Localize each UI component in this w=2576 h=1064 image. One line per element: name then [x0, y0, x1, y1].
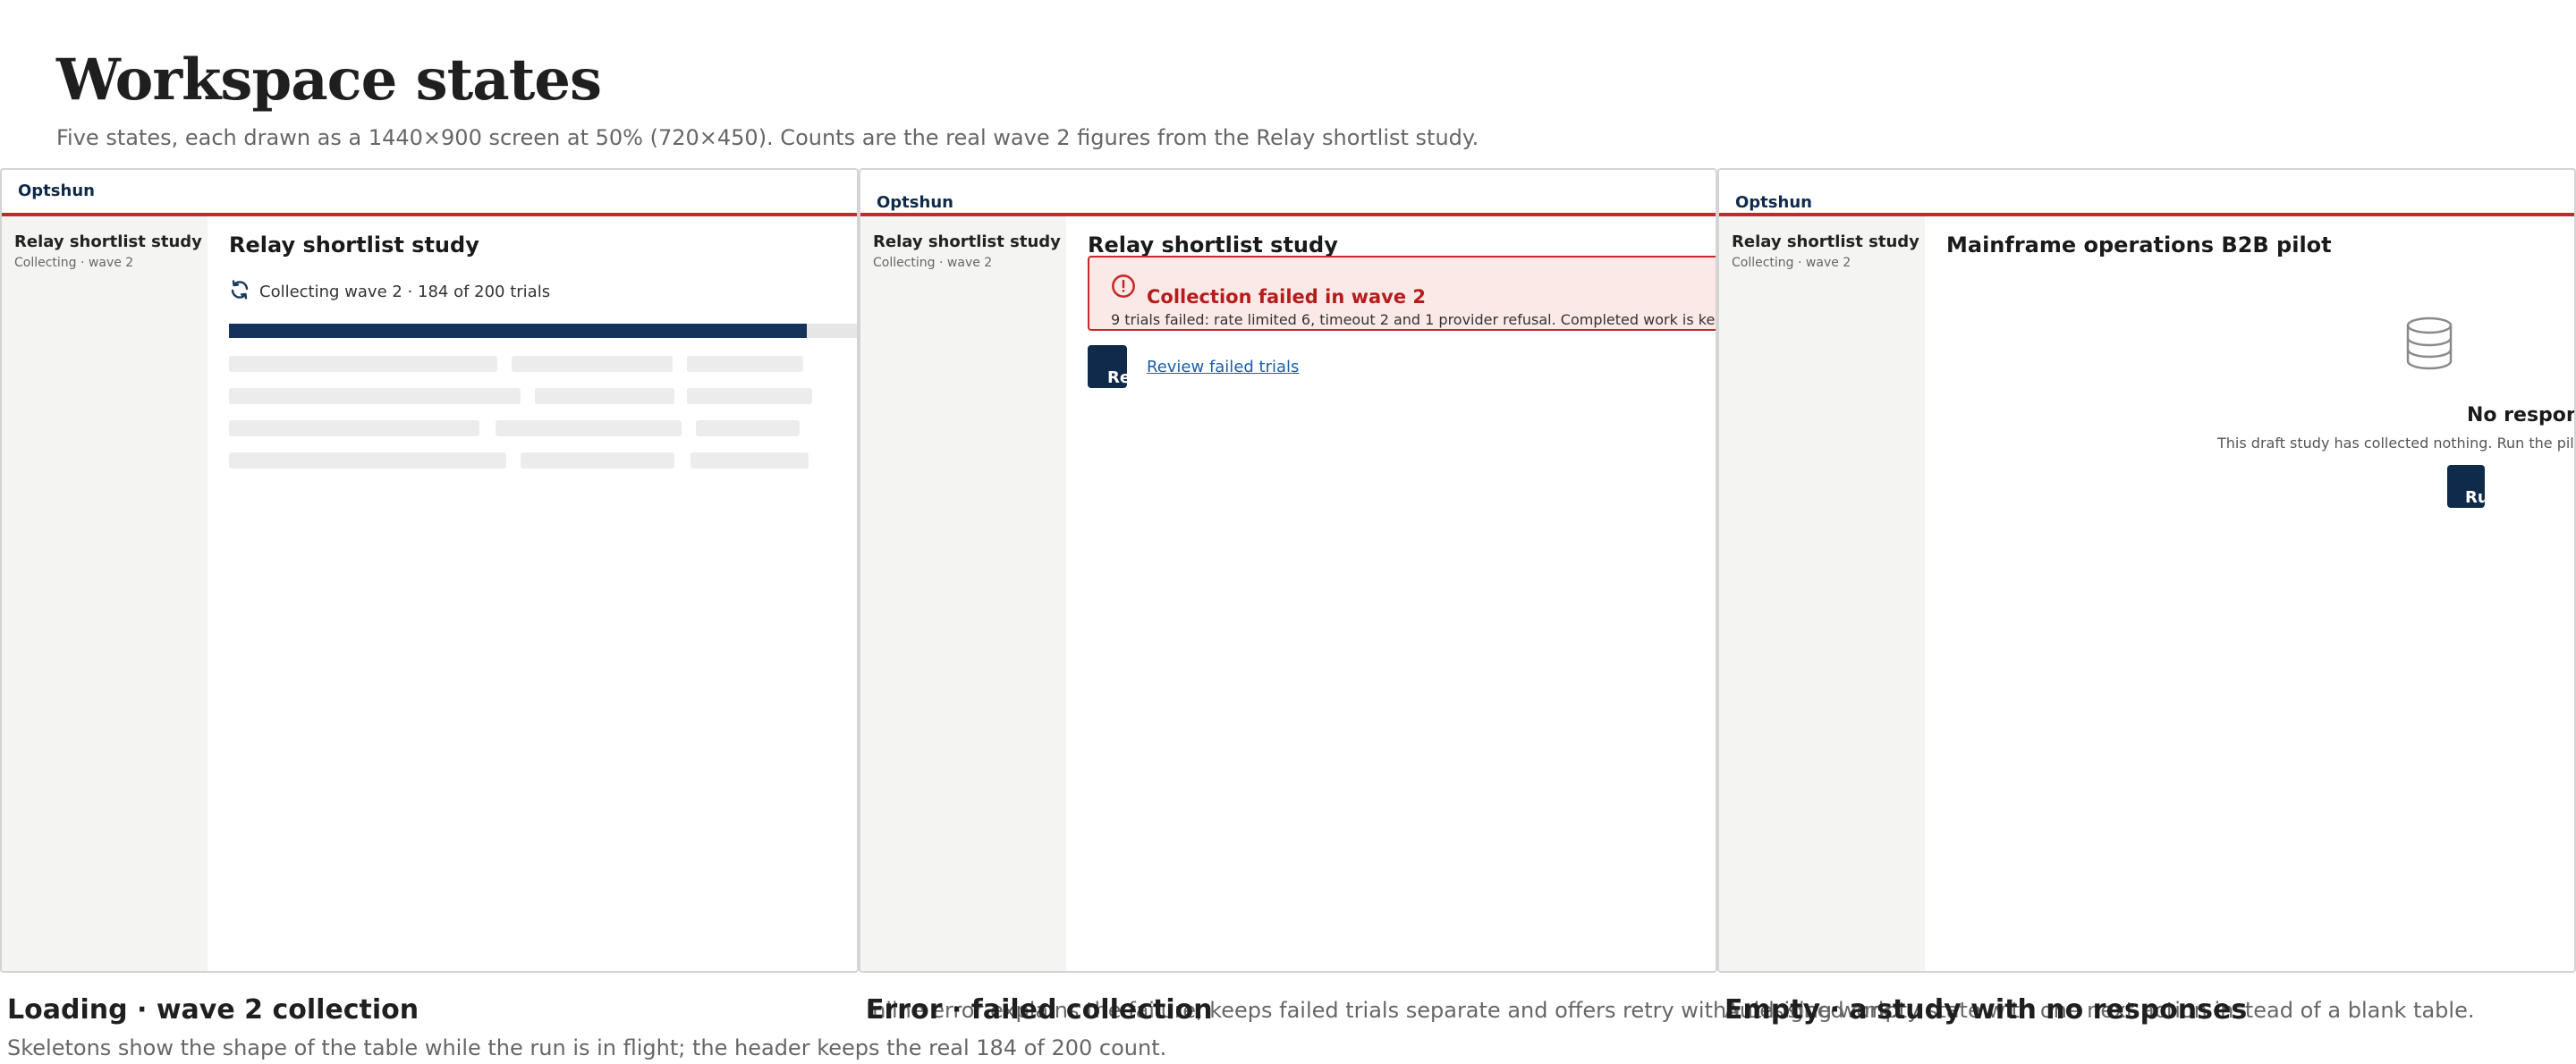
empty-state-title: No responses yet [2467, 404, 2574, 426]
main-area: Relay shortlist study Collection failed … [1066, 216, 1716, 971]
empty-state-panel: Optshun Relay shortlist study Collecting… [1717, 168, 2576, 973]
sidebar-study-meta: Collecting · wave 2 [14, 256, 134, 270]
page-subtitle: Five states, each drawn as a 1440×900 sc… [56, 125, 1479, 150]
refresh-icon [229, 279, 250, 305]
study-title: Relay shortlist study [1088, 232, 1338, 258]
error-state-panel: Optshun Relay shortlist study Collecting… [859, 168, 1717, 973]
top-bar: Optshun [860, 170, 1716, 216]
skeleton-cell [512, 356, 673, 372]
main-area: Relay shortlist study Collecting wave 2 … [208, 216, 857, 971]
skeleton-cell [687, 388, 812, 404]
main-area: Mainframe operations B2B pilot No respon… [1925, 216, 2574, 971]
loading-state-panel: Optshun Relay shortlist study Collecting… [0, 168, 859, 973]
alert-body: 9 trials failed: rate limited 6, timeout… [1111, 311, 1717, 328]
error-alert: Collection failed in wave 2 9 trials fai… [1088, 256, 1717, 331]
alert-circle-icon [1111, 274, 1136, 302]
collection-status: Collecting wave 2 · 184 of 200 trials [229, 279, 550, 305]
collection-progress-fill [229, 324, 807, 338]
skeleton-cell [691, 452, 809, 469]
alert-title: Collection failed in wave 2 [1147, 286, 1427, 308]
skeleton-cell [696, 420, 800, 436]
skeleton-cell [229, 356, 497, 372]
sidebar: Relay shortlist study Collecting · wave … [2, 216, 208, 971]
run-pilot-button[interactable]: Run pilot [2447, 465, 2485, 508]
collection-status-text: Collecting wave 2 · 184 of 200 trials [259, 283, 551, 301]
sidebar-study-meta: Collecting · wave 2 [873, 256, 993, 270]
retry-failed-button[interactable]: Retry failed trials [1088, 345, 1127, 388]
brand-logo[interactable]: Optshun [877, 193, 953, 212]
empty-state-body: This draft study has collected nothing. … [2217, 435, 2574, 452]
sidebar-study-meta: Collecting · wave 2 [1732, 256, 1852, 270]
study-title: Relay shortlist study [229, 232, 479, 258]
review-failed-link[interactable]: Review failed trials [1147, 358, 1299, 376]
error-caption-title: Error · failed collection [866, 994, 1213, 1026]
page-title: Workspace states [56, 46, 602, 114]
collection-progress-bar [229, 324, 857, 338]
empty-caption-title: Empty · a study with no responses [1724, 994, 2248, 1026]
sidebar-study-title[interactable]: Relay shortlist study [1732, 232, 1919, 251]
top-bar: Optshun [1719, 170, 2574, 216]
sidebar: Relay shortlist study Collecting · wave … [860, 216, 1066, 971]
database-icon [2404, 317, 2454, 374]
states-board: Optshun Relay shortlist study Collecting… [0, 168, 2576, 973]
skeleton-cell [229, 420, 479, 436]
brand-logo[interactable]: Optshun [1735, 193, 1812, 212]
loading-caption-body: Skeletons show the shape of the table wh… [7, 1035, 1167, 1060]
sidebar: Relay shortlist study Collecting · wave … [1719, 216, 1925, 971]
brand-logo[interactable]: Optshun [18, 182, 95, 200]
skeleton-cell [229, 388, 521, 404]
top-bar: Optshun [2, 170, 857, 216]
skeleton-cell [687, 356, 803, 372]
skeleton-cell [496, 420, 682, 436]
skeleton-cell [521, 452, 674, 469]
skeleton-cell [535, 388, 674, 404]
skeleton-cell [229, 452, 506, 469]
loading-caption-title: Loading · wave 2 collection [7, 994, 419, 1026]
study-title: Mainframe operations B2B pilot [1946, 232, 2332, 258]
sidebar-study-title[interactable]: Relay shortlist study [14, 232, 202, 251]
sidebar-study-title[interactable]: Relay shortlist study [873, 232, 1061, 251]
